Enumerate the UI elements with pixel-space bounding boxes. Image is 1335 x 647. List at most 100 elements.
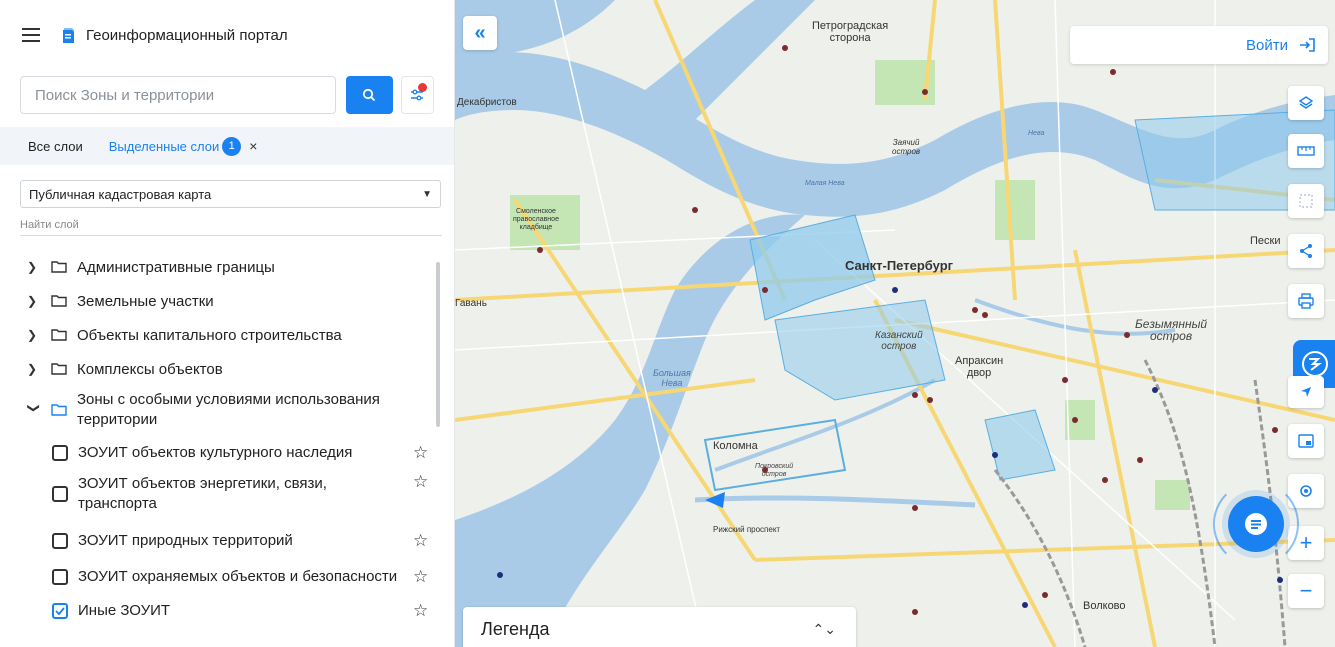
map-label-bezymyanny: Безымянный остров xyxy=(1135,317,1208,343)
star-icon[interactable]: ☆ xyxy=(413,472,428,492)
geolocation-icon xyxy=(1300,485,1312,497)
chat-icon xyxy=(1245,513,1267,535)
map-label-spb: Санкт-Петербург xyxy=(845,258,954,273)
expand-collapse-icon: ⌃⌄ xyxy=(812,620,836,637)
map-label-malaya-neva: Малая Нева xyxy=(805,180,845,187)
basemap-select[interactable]: Публичная кадастровая карта ▼ xyxy=(20,180,441,208)
map-label-kolomna: Коломна xyxy=(713,440,758,452)
layer-item-label: Иные ЗОУИТ xyxy=(78,602,171,619)
tab-selected-label: Выделенные слои xyxy=(108,138,220,154)
layer-item-label: ЗОУИТ объектов энергетики, связи, трансп… xyxy=(78,475,327,512)
map-label-peski: Пески xyxy=(1250,235,1281,247)
print-tool-button[interactable] xyxy=(1288,284,1324,318)
star-icon[interactable]: ☆ xyxy=(413,601,428,621)
layer-item-label: ЗОУИТ охраняемых объектов и безопасности xyxy=(78,568,398,585)
chevron-right-icon: ❯ xyxy=(27,294,38,308)
layer-item-label: ЗОУИТ природных территорий xyxy=(78,532,293,549)
share-icon xyxy=(1300,244,1312,258)
map-label-bolshaya-neva: Большая Нева xyxy=(653,368,691,388)
layers-icon xyxy=(1298,96,1314,109)
area-select-tool-button[interactable] xyxy=(1288,184,1324,218)
layer-tabs: Все слои Выделенные слои 1 × xyxy=(0,127,454,165)
menu-icon[interactable] xyxy=(22,28,40,42)
folder-icon xyxy=(51,261,67,273)
collapse-sidebar-button[interactable]: « xyxy=(463,16,497,50)
chevron-down-icon: ❯ xyxy=(27,403,41,414)
star-icon[interactable]: ☆ xyxy=(413,443,428,463)
chevron-right-icon: ❯ xyxy=(27,260,38,274)
layer-item[interactable]: ЗОУИТ природных территорий ☆ xyxy=(0,522,454,560)
search-row xyxy=(0,75,454,115)
map-label-kazansky: Казанский остров xyxy=(875,330,923,352)
selected-count-badge: 1 xyxy=(222,136,242,156)
layer-item[interactable]: ЗОУИТ объектов энергетики, связи, трансп… xyxy=(0,472,454,522)
checkmark-icon xyxy=(55,607,65,616)
minus-icon: − xyxy=(1299,578,1313,603)
filter-active-dot xyxy=(418,83,427,92)
star-icon[interactable]: ☆ xyxy=(413,531,428,551)
share-tool-button[interactable] xyxy=(1288,234,1324,268)
tree-group-label: Комплексы объектов xyxy=(77,360,223,378)
layer-tree: ❯ Административные границы ❯ Земельные у… xyxy=(0,250,454,628)
legend-panel[interactable]: Легенда ⌃⌄ xyxy=(463,607,856,647)
layer-checkbox[interactable] xyxy=(52,445,68,461)
layer-checkbox[interactable] xyxy=(52,533,68,549)
layer-checkbox[interactable] xyxy=(52,486,68,502)
search-icon xyxy=(362,88,376,102)
navigate-tool-button[interactable] xyxy=(1288,376,1324,408)
star-icon[interactable]: ☆ xyxy=(413,567,428,587)
zoom-out-button[interactable]: − xyxy=(1288,574,1324,608)
login-icon xyxy=(1300,38,1315,52)
tab-all-layers[interactable]: Все слои xyxy=(28,139,83,154)
map-label-neva: Нева xyxy=(1028,130,1045,137)
map-label-volkovo: Волково xyxy=(1083,600,1126,612)
sidebar: Геоинформационный портал Все слои Выделе… xyxy=(0,0,455,647)
chat-button[interactable] xyxy=(1228,496,1284,552)
double-chevron-left-icon: « xyxy=(474,21,486,44)
print-icon xyxy=(1298,293,1314,309)
layer-search-input[interactable] xyxy=(20,214,442,236)
ruler-icon xyxy=(1297,146,1315,156)
login-button[interactable]: Войти xyxy=(1070,26,1328,64)
map-label-petrogradskaya: Петроградская сторона xyxy=(812,20,889,44)
tree-group[interactable]: ❯ Объекты капитального строительства xyxy=(0,318,454,352)
ruler-tool-button[interactable] xyxy=(1288,134,1324,168)
layer-item[interactable]: Иные ЗОУИТ ☆ xyxy=(0,594,454,628)
login-label: Войти xyxy=(1246,36,1288,54)
tree-group-label: Объекты капитального строительства xyxy=(77,326,342,344)
tree-group[interactable]: ❯ Административные границы xyxy=(0,250,454,284)
clear-selection-button[interactable]: × xyxy=(249,138,257,154)
tree-group[interactable]: ❯ Земельные участки xyxy=(0,284,454,318)
map-label-dekabristov: Декабристов xyxy=(457,97,517,108)
tree-group[interactable]: ❯ Комплексы объектов xyxy=(0,352,454,386)
topbar: Геоинформационный портал xyxy=(0,0,454,70)
tab-selected-layers[interactable]: Выделенные слои 1 xyxy=(108,136,242,156)
folder-icon xyxy=(51,295,67,307)
legend-label: Легенда xyxy=(481,618,550,639)
app-title: Геоинформационный портал xyxy=(86,26,288,44)
layer-item[interactable]: ЗОУИТ объектов культурного наследия ☆ xyxy=(0,434,454,472)
caret-down-icon: ▼ xyxy=(422,188,432,200)
layers-tool-button[interactable] xyxy=(1288,86,1324,120)
map-label-apraksin: Апраксин двор xyxy=(955,355,1004,379)
search-button[interactable] xyxy=(345,76,393,114)
map-label-zayachiy: Заячий остров xyxy=(892,138,921,156)
layer-tree-scrollbar[interactable] xyxy=(436,262,440,427)
portal-logo-icon xyxy=(63,28,74,43)
folder-icon xyxy=(51,329,67,341)
basemap-select-value: Публичная кадастровая карта xyxy=(29,186,212,202)
layer-checkbox-checked[interactable] xyxy=(52,603,68,619)
filter-button[interactable] xyxy=(400,76,434,114)
area-select-icon xyxy=(1299,194,1313,208)
map-label-pokrovsky: Покровский остров xyxy=(755,463,794,478)
layer-item[interactable]: ЗОУИТ охраняемых объектов и безопасности… xyxy=(0,560,454,594)
tree-group-label: Административные границы xyxy=(77,258,275,276)
search-input[interactable] xyxy=(20,76,336,114)
map[interactable]: Петроградская сторона Декабристов Заячий… xyxy=(455,0,1335,647)
map-label-gavan: Гавань xyxy=(455,298,487,309)
tree-group-expanded[interactable]: ❯ Зоны с особыми условиями использования… xyxy=(0,386,454,434)
minimap-tool-button[interactable] xyxy=(1288,424,1324,458)
layer-checkbox[interactable] xyxy=(52,569,68,585)
tree-group-label: Земельные участки xyxy=(77,292,214,310)
layer-item-label: ЗОУИТ объектов культурного наследия xyxy=(78,444,353,461)
